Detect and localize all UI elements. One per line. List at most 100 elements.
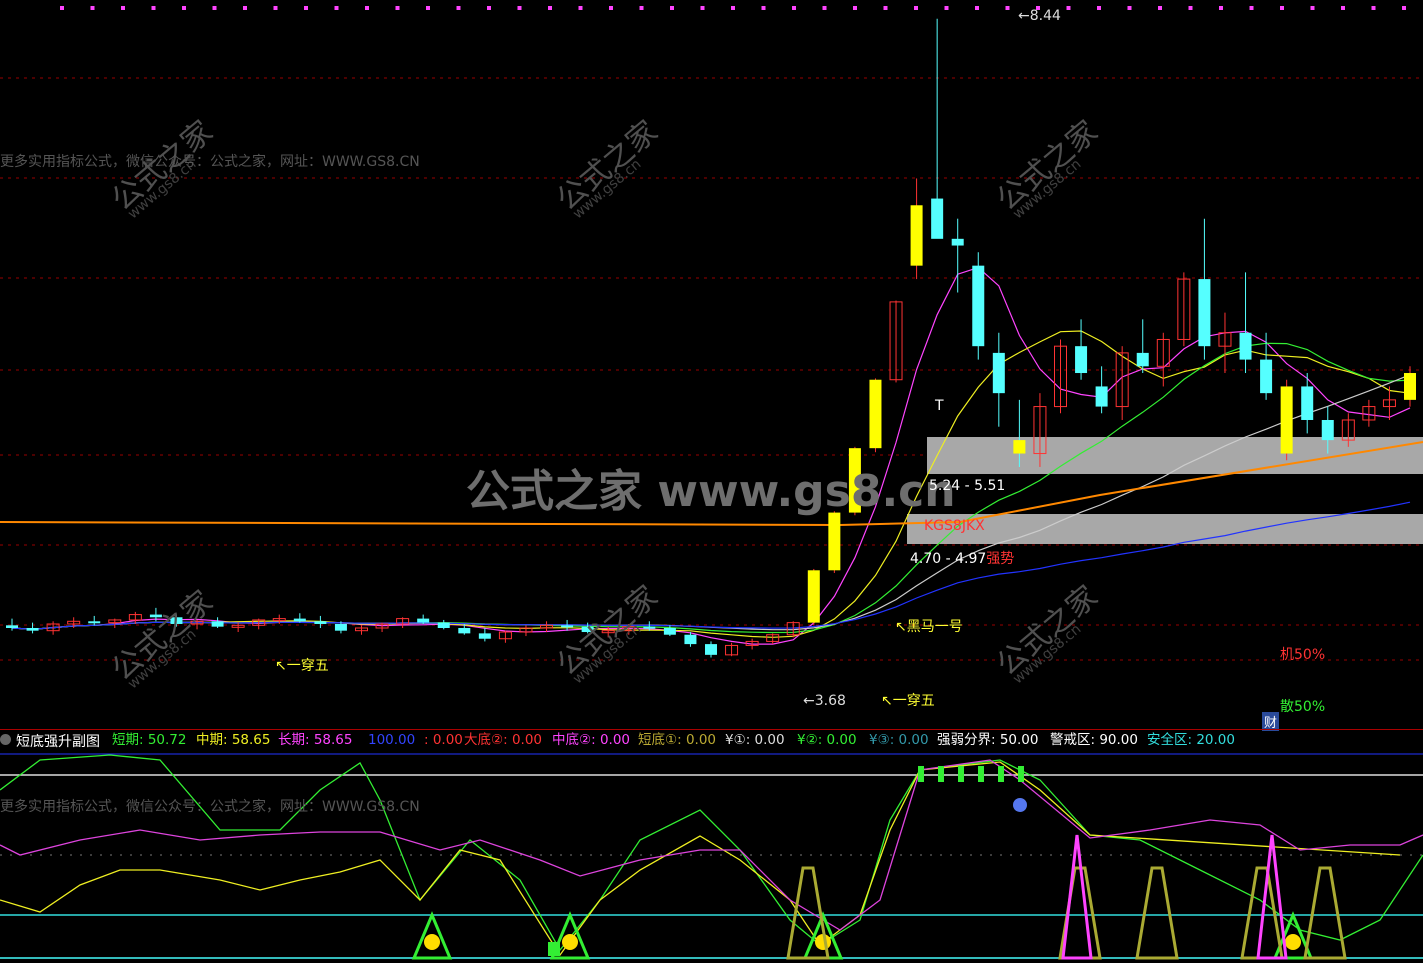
smiley-icon [562,934,578,950]
long-term-line [0,759,1423,931]
candle-body [417,618,430,623]
zone-label-upper: 5.24 - 5.51 [929,478,1006,494]
top-dot [761,6,766,10]
top-dot [1005,6,1010,10]
candle-body [1260,359,1273,394]
low-price-label: ←3.68 [803,693,846,709]
top-dot [395,6,400,10]
main-price-chart[interactable] [0,0,1423,730]
candle-body [972,265,985,347]
sub-title: 短底强升副图 [16,734,100,750]
top-dot [121,6,125,10]
short-bottom-trapezoid [1135,866,1179,960]
alert-bar [1018,766,1024,782]
top-dot [304,6,308,10]
top-dot [1341,6,1345,10]
alert-bar [938,766,944,782]
mid-bottom-spike [1061,834,1093,960]
institution-ratio: 机50% [1280,647,1326,663]
top-dot [243,6,247,10]
top-dot [792,6,796,10]
top-dot [90,6,95,10]
main-notice: 更多实用指标公式，微信公众号：公式之家，网址：WWW.GS8.CN [0,154,420,170]
candle-body [26,628,39,631]
top-dot [609,6,613,10]
top-dot [914,6,918,10]
legend-item: 短底①: 0.00 [638,732,717,748]
candle-body [437,622,450,628]
mid-term-line [0,761,1401,957]
top-dot [1188,6,1193,10]
arrow-icon: ← [803,693,815,709]
top-dot [334,6,339,10]
top-dot [1249,6,1254,10]
top-dot [1371,6,1376,10]
candle-body [211,621,224,627]
top-dot [853,6,857,10]
top-dot [1310,6,1315,10]
top-dot [212,6,217,10]
panel-menu-button[interactable] [0,734,11,745]
legend-item: 强弱分界: 50.00 [937,732,1039,748]
candle-body [478,633,491,639]
alert-bar [918,766,924,782]
top-dot [60,6,64,10]
top-dot [883,6,888,10]
top-dot [548,6,552,10]
top-dot [1219,6,1223,10]
candle-body [931,198,944,239]
top-dot-row [60,6,1406,10]
signal-yichuanwu-1: ↖一穿五 [275,658,329,674]
short-bottom-trapezoid [1303,866,1347,960]
top-dot [1127,6,1132,10]
candle-body [1321,419,1334,441]
candle-body [910,205,923,266]
top-dot [944,6,949,10]
bottom-bar [548,942,560,956]
center-watermark: 公式之家 www.gs8.cn [466,466,956,517]
alert-bar [998,766,1004,782]
high-price-label: ←8.44 [1018,8,1061,24]
top-dot [1158,6,1162,10]
top-dot [639,6,644,10]
legend-item: ¥③: 0.00 [869,732,929,748]
candle-body [1239,332,1252,360]
signal-heima: ↖黑马一号 [895,619,963,635]
candle-body [1013,440,1026,454]
alert-bar [978,766,984,782]
zone-label-formula: KGS8JKX [924,518,985,534]
candle-body [88,621,101,624]
candle-body [684,634,697,645]
indicator-subchart[interactable] [0,731,1423,963]
top-dot [182,6,186,10]
top-dot [1097,6,1101,10]
candle-body [992,352,1005,394]
candle-body [1301,386,1314,420]
candle-body [334,623,347,631]
candle-body [1095,386,1108,407]
top-dot [151,6,156,10]
top-dot [822,6,827,10]
candlesticks [6,18,1416,658]
candle-body [314,621,327,624]
top-dot [1280,6,1284,10]
top-dot [700,6,705,10]
legend-item: 短期: 50.72 [112,732,187,748]
candle-body [643,626,656,629]
alert-bar [958,766,964,782]
sub-notice: 更多实用指标公式，微信公众号：公式之家，网址：WWW.GS8.CN [0,799,420,815]
top-dot [365,6,369,10]
candle-body [1075,346,1088,374]
candle-body [1198,279,1211,347]
legend-item: ¥①: 0.00 [725,732,785,748]
candle-body [293,618,306,622]
top-dot [273,6,278,10]
top-dot [1066,6,1071,10]
candle-body [458,628,471,634]
top-dot [487,6,491,10]
smiley-icon [1285,934,1301,950]
arrow-icon: ← [1018,8,1030,24]
candle-body [807,570,820,623]
short-term-line [0,754,1423,952]
top-dot [517,6,522,10]
